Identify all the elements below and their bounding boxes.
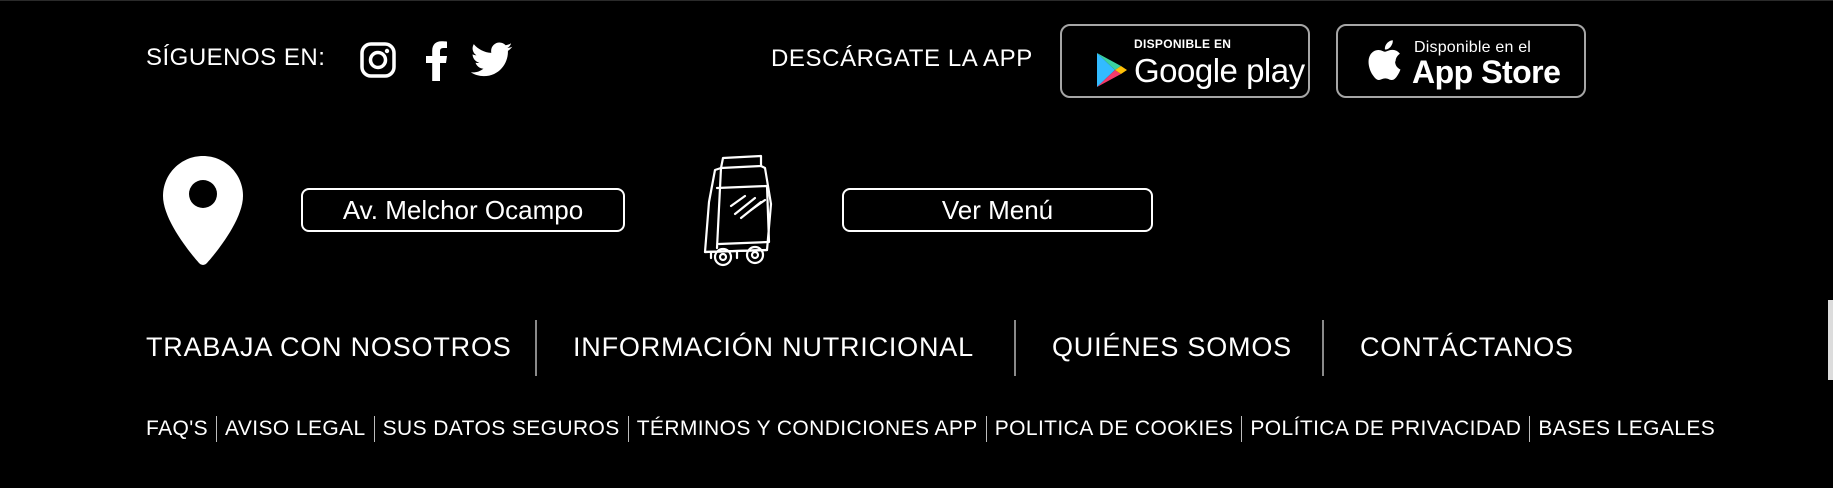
social-label: SÍGUENOS EN: [146, 44, 326, 71]
apple-icon [1366, 38, 1402, 87]
google-badge-caption: DISPONIBLE EN [1134, 37, 1232, 51]
nav-contact[interactable]: CONTÁCTANOS [1360, 332, 1574, 363]
top-border [0, 0, 1833, 1]
legal-divider [1241, 416, 1243, 442]
legal-divider [373, 416, 375, 442]
google-play-icon [1096, 52, 1128, 93]
footer-nav: TRABAJA CON NOSOTROS INFORMACIÓN NUTRICI… [0, 320, 1833, 376]
legal-app-terms[interactable]: TÉRMINOS Y CONDICIONES APP [637, 417, 978, 441]
facebook-icon[interactable] [416, 40, 456, 81]
apple-badge-title: App Store [1412, 54, 1561, 90]
legal-privacy[interactable]: POLÍTICA DE PRIVACIDAD [1250, 417, 1521, 441]
legal-divider [216, 416, 218, 442]
nav-divider [1322, 320, 1324, 376]
address-button[interactable]: Av. Melchor Ocampo [301, 188, 625, 232]
nav-work-with-us[interactable]: TRABAJA CON NOSOTROS [146, 332, 512, 363]
instagram-icon[interactable] [358, 40, 398, 80]
legal-bases[interactable]: BASES LEGALES [1538, 417, 1715, 441]
nav-divider [535, 320, 537, 376]
view-menu-button[interactable]: Ver Menú [842, 188, 1153, 232]
nav-about-us[interactable]: QUIÉNES SOMOS [1052, 332, 1292, 363]
legal-notice[interactable]: AVISO LEGAL [225, 417, 366, 441]
twitter-icon[interactable] [470, 40, 514, 80]
legal-faqs[interactable]: FAQ'S [146, 417, 208, 441]
delivery-cart-icon [695, 152, 779, 268]
legal-divider [985, 416, 987, 442]
app-store-button[interactable]: Disponible en el App Store [1336, 24, 1586, 98]
location-pin-icon [160, 154, 246, 268]
legal-cookies[interactable]: POLITICA DE COOKIES [995, 417, 1234, 441]
download-app-label: DESCÁRGATE LA APP [771, 45, 1033, 72]
nav-divider [1014, 320, 1016, 376]
nav-nutrition-info[interactable]: INFORMACIÓN NUTRICIONAL [573, 332, 974, 363]
legal-links: FAQ'S AVISO LEGAL SUS DATOS SEGUROS TÉRM… [146, 414, 1715, 444]
google-badge-title: Google play [1134, 52, 1305, 89]
google-play-button[interactable]: DISPONIBLE EN Google play [1060, 24, 1310, 98]
legal-divider [627, 416, 629, 442]
legal-data-security[interactable]: SUS DATOS SEGUROS [383, 417, 620, 441]
legal-divider [1529, 416, 1531, 442]
